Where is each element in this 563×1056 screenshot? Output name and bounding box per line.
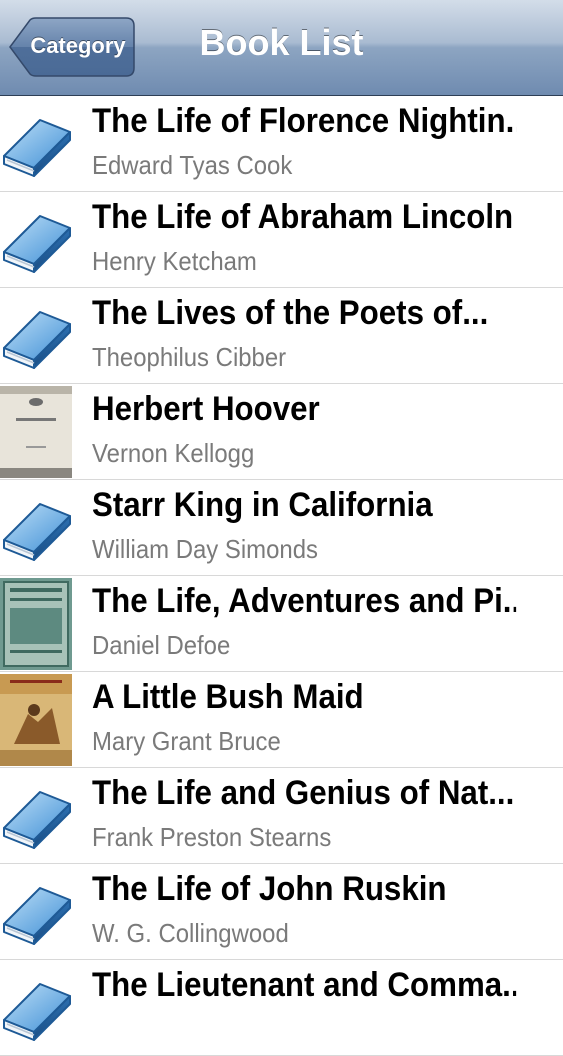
book-author: Daniel Defoe — [92, 630, 231, 660]
book-row[interactable]: The Life of Abraham Lincoln Henry Ketcha… — [0, 192, 563, 288]
book-icon — [3, 119, 71, 177]
cover-image — [0, 386, 72, 478]
page-title: Book List — [199, 22, 364, 63]
book-row[interactable]: Herbert Hoover Vernon Kellogg — [0, 384, 563, 480]
book-author: Vernon Kellogg — [92, 438, 255, 468]
book-row[interactable]: The Life of Florence Nightin... Edward T… — [0, 96, 563, 192]
book-icon — [3, 311, 71, 369]
book-list[interactable]: The Life of Florence Nightin... Edward T… — [0, 96, 563, 1056]
book-title: The Life of Abraham Lincoln — [92, 198, 514, 236]
book-author: Mary Grant Bruce — [92, 726, 281, 756]
book-icon — [3, 791, 71, 849]
book-author: Theophilus Cibber — [92, 342, 287, 372]
book-author: Edward Tyas Cook — [92, 150, 293, 180]
book-title: A Little Bush Maid — [92, 678, 364, 716]
book-title: The Life of Florence Nightin... — [92, 102, 517, 140]
book-icon — [3, 983, 71, 1041]
book-author: William Day Simonds — [92, 534, 318, 564]
book-icon — [3, 215, 71, 273]
book-author: Henry Ketcham — [92, 246, 257, 276]
book-title: The Life, Adventures and Pi... — [92, 582, 517, 620]
book-icon — [3, 503, 71, 561]
book-row[interactable]: The Life and Genius of Nat... Frank Pres… — [0, 768, 563, 864]
back-button-label: Category — [30, 33, 126, 58]
book-author: Frank Preston Stearns — [92, 822, 332, 852]
book-title: The Lieutenant and Comma... — [92, 966, 517, 1004]
book-title: The Lives of the Poets of... — [92, 294, 489, 332]
book-row[interactable]: Starr King in California William Day Sim… — [0, 480, 563, 576]
book-icon — [3, 887, 71, 945]
book-title: The Life and Genius of Nat... — [92, 774, 515, 812]
book-row[interactable]: The Lieutenant and Comma... — [0, 960, 563, 1056]
book-title: Starr King in California — [92, 486, 433, 524]
book-author: W. G. Collingwood — [92, 918, 289, 948]
book-title: Herbert Hoover — [92, 390, 320, 428]
book-row[interactable]: The Life, Adventures and Pi... Daniel De… — [0, 576, 563, 672]
cover-image — [0, 578, 72, 670]
cover-image — [0, 674, 72, 766]
book-row[interactable]: A Little Bush Maid Mary Grant Bruce — [0, 672, 563, 768]
category-back-button[interactable]: Category — [8, 17, 135, 77]
book-row[interactable]: The Lives of the Poets of... Theophilus … — [0, 288, 563, 384]
book-title: The Life of John Ruskin — [92, 870, 447, 908]
navigation-bar: Category Book List — [0, 0, 563, 96]
book-row[interactable]: The Life of John Ruskin W. G. Collingwoo… — [0, 864, 563, 960]
